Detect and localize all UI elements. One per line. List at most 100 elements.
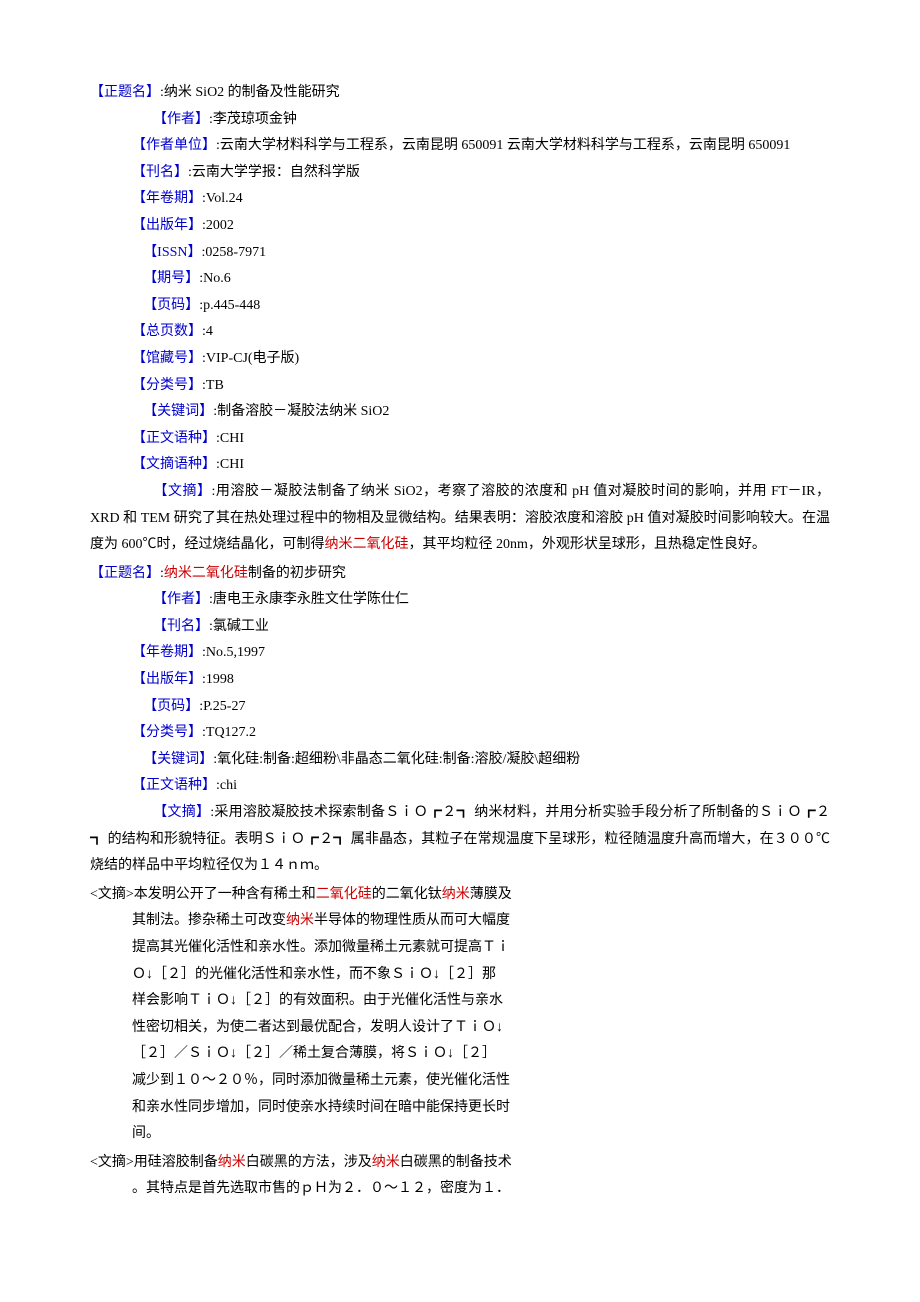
abstract-head: <文摘>用硅溶胶制备纳米白碳黑的方法，涉及纳米白碳黑的制备技术 — [90, 1150, 830, 1177]
pages-line: 【页码】:P.25-27 — [90, 694, 830, 721]
issn-label: 【ISSN】 — [143, 245, 201, 260]
pubyear-line: 【出版年】:2002 — [90, 213, 830, 240]
pages-value: :P.25-27 — [199, 699, 245, 714]
volume-value: :No.5,1997 — [202, 645, 265, 660]
journal-value: :氯碱工业 — [209, 619, 269, 634]
title-line: 【正题名】:纳米二氧化硅制备的初步研究 — [90, 561, 830, 588]
affiliation-label: 【作者单位】 — [132, 138, 216, 153]
pubyear-label: 【出版年】 — [132, 672, 202, 687]
pubyear-line: 【出版年】:1998 — [90, 667, 830, 694]
volume-value: :Vol.24 — [202, 191, 243, 206]
text-b: 半导体的物理性质从而可大幅度 — [314, 913, 510, 928]
pages-label: 【页码】 — [143, 298, 199, 313]
journal-label: 【刊名】 — [132, 165, 188, 180]
totalpages-label: 【总页数】 — [132, 324, 202, 339]
journal-value: :云南大学学报：自然科学版 — [188, 165, 360, 180]
highlight: 纳米 — [442, 887, 470, 902]
title-line: 【正题名】:纳米 SiO2 的制备及性能研究 — [90, 80, 830, 107]
author-value: :李茂琼项金钟 — [209, 112, 297, 127]
abstract-body-line: 提高其光催化活性和亲水性。添加微量稀土元素就可提高Ｔｉ — [90, 935, 830, 962]
textlang-value: :CHI — [216, 431, 244, 446]
title-value: :纳米 SiO2 的制备及性能研究 — [160, 85, 340, 100]
text-a: <文摘>用硅溶胶制备 — [90, 1155, 218, 1170]
textlang-label: 【正文语种】 — [132, 431, 216, 446]
issn-value: :0258-7971 — [202, 245, 267, 260]
abstract-block: 【文摘】:采用溶胶凝胶技术探索制备ＳｉＯ┏２┓ 纳米材料，并用分析实验手段分析了… — [90, 800, 830, 880]
text-a: 其制法。掺杂稀土可改变 — [132, 913, 286, 928]
abstract-body-line: 间。 — [90, 1121, 830, 1148]
keywords-value: :制备溶胶－凝胶法纳米 SiO2 — [213, 404, 389, 419]
text-c: 白碳黑的制备技术 — [400, 1155, 512, 1170]
pubyear-value: :1998 — [202, 672, 234, 687]
abstract-body-line: 其制法。掺杂稀土可改变纳米半导体的物理性质从而可大幅度 — [90, 908, 830, 935]
title-label: 【正题名】 — [90, 85, 160, 100]
textlang-line: 【正文语种】:chi — [90, 773, 830, 800]
abstract-label: 【文摘】 — [153, 484, 212, 499]
abstract-highlight: 纳米二氧化硅 — [325, 537, 409, 552]
classno-line: 【分类号】:TB — [90, 373, 830, 400]
volume-line: 【年卷期】:Vol.24 — [90, 186, 830, 213]
abstract-record: <文摘>用硅溶胶制备纳米白碳黑的方法，涉及纳米白碳黑的制备技术 。其特点是首先选… — [90, 1150, 830, 1203]
volume-label: 【年卷期】 — [132, 645, 202, 660]
abstract-body-line: 。其特点是首先选取市售的ｐＨ为２．０～１２，密度为１． — [90, 1176, 830, 1203]
keywords-label: 【关键词】 — [143, 404, 213, 419]
affiliation-value: :云南大学材料科学与工程系，云南昆明 650091 云南大学材料科学与工程系，云… — [216, 138, 790, 153]
keywords-line: 【关键词】:氧化硅:制备:超细粉\非晶态二氧化硅:制备:溶胶/凝胶\超细粉 — [90, 747, 830, 774]
abstract-body-line: 性密切相关，为使二者达到最优配合，发明人设计了ＴｉＯ↓ — [90, 1015, 830, 1042]
journal-line: 【刊名】:氯碱工业 — [90, 614, 830, 641]
author-line: 【作者】:李茂琼项金钟 — [90, 107, 830, 134]
textlang-label: 【正文语种】 — [132, 778, 216, 793]
title-suffix: 制备的初步研究 — [248, 566, 346, 581]
volume-label: 【年卷期】 — [132, 191, 202, 206]
collection-value: :VIP-CJ(电子版) — [202, 351, 299, 366]
text-a: <文摘>本发明公开了一种含有稀土和 — [90, 887, 316, 902]
author-line: 【作者】:唐电王永康李永胜文仕学陈仕仁 — [90, 587, 830, 614]
pubyear-label: 【出版年】 — [132, 218, 202, 233]
highlight: 纳米 — [286, 913, 314, 928]
pages-value: :p.445-448 — [199, 298, 260, 313]
journal-label: 【刊名】 — [153, 619, 209, 634]
author-label: 【作者】 — [153, 112, 209, 127]
collection-line: 【馆藏号】:VIP-CJ(电子版) — [90, 346, 830, 373]
abstlang-label: 【文摘语种】 — [132, 457, 216, 472]
abstract-record: <文摘>本发明公开了一种含有稀土和二氧化硅的二氧化钛纳米薄膜及 其制法。掺杂稀土… — [90, 882, 830, 1148]
title-highlight: 纳米二氧化硅 — [164, 566, 248, 581]
pages-line: 【页码】:p.445-448 — [90, 293, 830, 320]
author-label: 【作者】 — [153, 592, 209, 607]
abstract-body-line: 和亲水性同步增加，同时使亲水持续时间在暗中能保持更长时 — [90, 1095, 830, 1122]
abstract-head: <文摘>本发明公开了一种含有稀土和二氧化硅的二氧化钛纳米薄膜及 — [90, 882, 830, 909]
abstract-body-line: 样会影响ＴｉＯ↓［２］的有效面积。由于光催化活性与亲水 — [90, 988, 830, 1015]
abstlang-line: 【文摘语种】:CHI — [90, 452, 830, 479]
classno-value: :TB — [202, 378, 224, 393]
pages-label: 【页码】 — [143, 699, 199, 714]
volume-line: 【年卷期】:No.5,1997 — [90, 640, 830, 667]
highlight: 纳米 — [372, 1155, 400, 1170]
abstract-body-line: Ｏ↓［２］的光催化活性和亲水性，而不象ＳｉＯ↓［２］那 — [90, 962, 830, 989]
abstract-body-line: ［２］／ＳｉＯ↓［２］／稀土复合薄膜，将ＳｉＯ↓［２］ — [90, 1041, 830, 1068]
issn-line: 【ISSN】:0258-7971 — [90, 240, 830, 267]
highlight: 纳米 — [218, 1155, 246, 1170]
totalpages-value: :4 — [202, 324, 213, 339]
keywords-line: 【关键词】:制备溶胶－凝胶法纳米 SiO2 — [90, 399, 830, 426]
abstract-body-line: 减少到１０～２０％，同时添加微量稀土元素，使光催化活性 — [90, 1068, 830, 1095]
totalpages-line: 【总页数】:4 — [90, 319, 830, 346]
keywords-label: 【关键词】 — [143, 752, 213, 767]
abstract-block: 【文摘】:用溶胶－凝胶法制备了纳米 SiO2，考察了溶胶的浓度和 pH 值对凝胶… — [90, 479, 830, 559]
collection-label: 【馆藏号】 — [132, 351, 202, 366]
textlang-value: :chi — [216, 778, 237, 793]
issue-line: 【期号】:No.6 — [90, 266, 830, 293]
classno-label: 【分类号】 — [132, 378, 202, 393]
classno-line: 【分类号】:TQ127.2 — [90, 720, 830, 747]
bibliographic-record: 【正题名】:纳米 SiO2 的制备及性能研究 【作者】:李茂琼项金钟 【作者单位… — [90, 80, 830, 559]
classno-label: 【分类号】 — [132, 725, 202, 740]
abstract-text-b: ，其平均粒径 20nm，外观形状呈球形，且热稳定性良好。 — [409, 537, 766, 552]
keywords-value: :氧化硅:制备:超细粉\非晶态二氧化硅:制备:溶胶/凝胶\超细粉 — [213, 752, 580, 767]
text-b: 白碳黑的方法，涉及 — [246, 1155, 372, 1170]
text-b: 的二氧化钛 — [372, 887, 442, 902]
issue-label: 【期号】 — [143, 271, 199, 286]
highlight: 二氧化硅 — [316, 887, 372, 902]
abstract-label: 【文摘】 — [153, 805, 210, 820]
issue-value: :No.6 — [199, 271, 231, 286]
pubyear-value: :2002 — [202, 218, 234, 233]
classno-value: :TQ127.2 — [202, 725, 256, 740]
